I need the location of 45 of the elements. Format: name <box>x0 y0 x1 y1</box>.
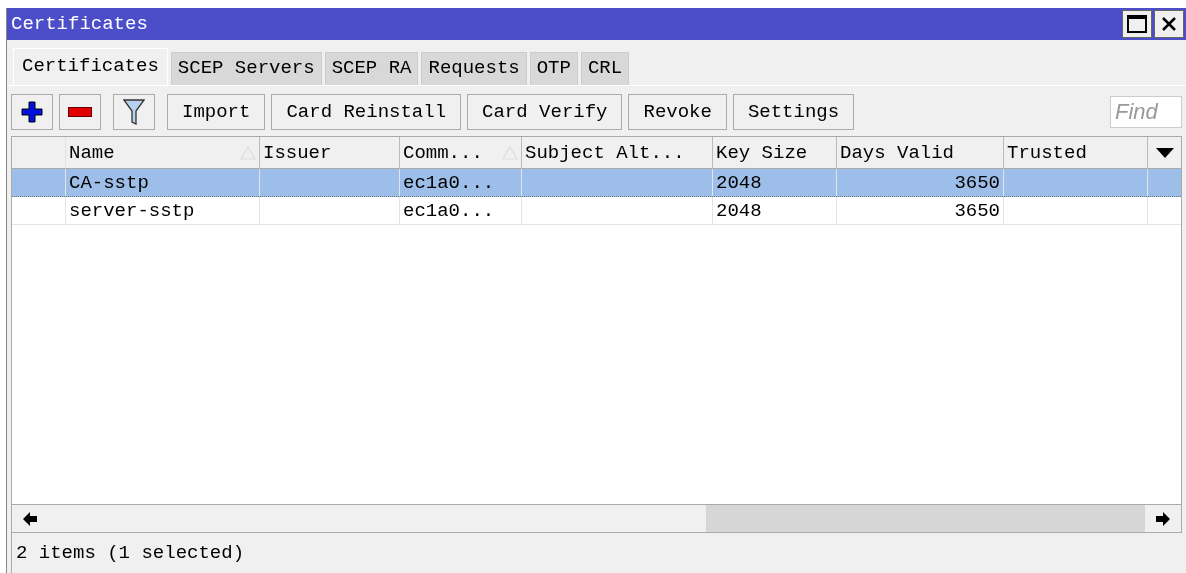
table-cell: CA-sstp <box>69 171 149 194</box>
table-cell: 2048 <box>716 171 762 194</box>
table-cell: 3650 <box>954 171 1000 194</box>
table-cell: server-sstp <box>69 199 195 222</box>
table-cell: 2048 <box>716 199 762 222</box>
table-cell: ec1a0... <box>403 171 495 194</box>
tab[interactable]: SCEP Servers <box>170 52 322 85</box>
maximize-button[interactable] <box>1122 10 1152 38</box>
toolbar-button[interactable]: Card Reinstall <box>271 94 462 130</box>
filter-button[interactable] <box>113 94 155 130</box>
toolbar-button[interactable]: Settings <box>732 94 855 130</box>
tab[interactable]: CRL <box>580 52 630 85</box>
column-header[interactable]: Key Size <box>716 141 808 164</box>
add-button[interactable] <box>11 94 53 130</box>
table-row[interactable]: CA-sstp ec1a0... 2048 3650 <box>12 169 1181 197</box>
remove-button[interactable] <box>59 94 101 130</box>
table-cell: 3650 <box>954 199 1000 222</box>
column-header[interactable]: Subject Alt... <box>525 141 685 164</box>
table-row[interactable]: server-sstp ec1a0... 2048 3650 <box>12 197 1181 225</box>
dropdown-icon[interactable] <box>1155 146 1174 159</box>
close-button[interactable] <box>1154 10 1184 38</box>
tab[interactable]: Requests <box>421 52 527 85</box>
column-header[interactable]: Comm... <box>403 141 483 164</box>
left-arrow-icon <box>23 511 37 526</box>
tab[interactable]: Certificates <box>13 48 168 85</box>
column-header[interactable]: Issuer <box>263 141 332 164</box>
column-header[interactable]: Name <box>69 141 115 164</box>
tab[interactable]: SCEP RA <box>324 52 419 85</box>
tab[interactable]: OTP <box>529 52 578 85</box>
minus-icon <box>68 107 92 117</box>
maximize-icon <box>1127 15 1147 33</box>
filter-icon <box>123 99 145 125</box>
table-cell: ec1a0... <box>403 199 495 222</box>
toolbar-button[interactable]: Card Verify <box>467 94 623 130</box>
close-icon <box>1161 16 1177 32</box>
find-field[interactable]: Find <box>1110 96 1182 128</box>
plus-icon <box>21 101 43 123</box>
column-header[interactable]: Trusted <box>1007 141 1087 164</box>
right-arrow-icon <box>1156 511 1170 526</box>
status-text: 2 items (1 selected) <box>16 542 245 564</box>
column-header[interactable]: Days Valid <box>840 141 955 164</box>
toolbar-button[interactable]: Import <box>167 94 266 130</box>
window-title: Certificates <box>11 13 148 35</box>
toolbar-button[interactable]: Revoke <box>628 94 727 130</box>
scrollbar-thumb[interactable] <box>706 505 1145 532</box>
